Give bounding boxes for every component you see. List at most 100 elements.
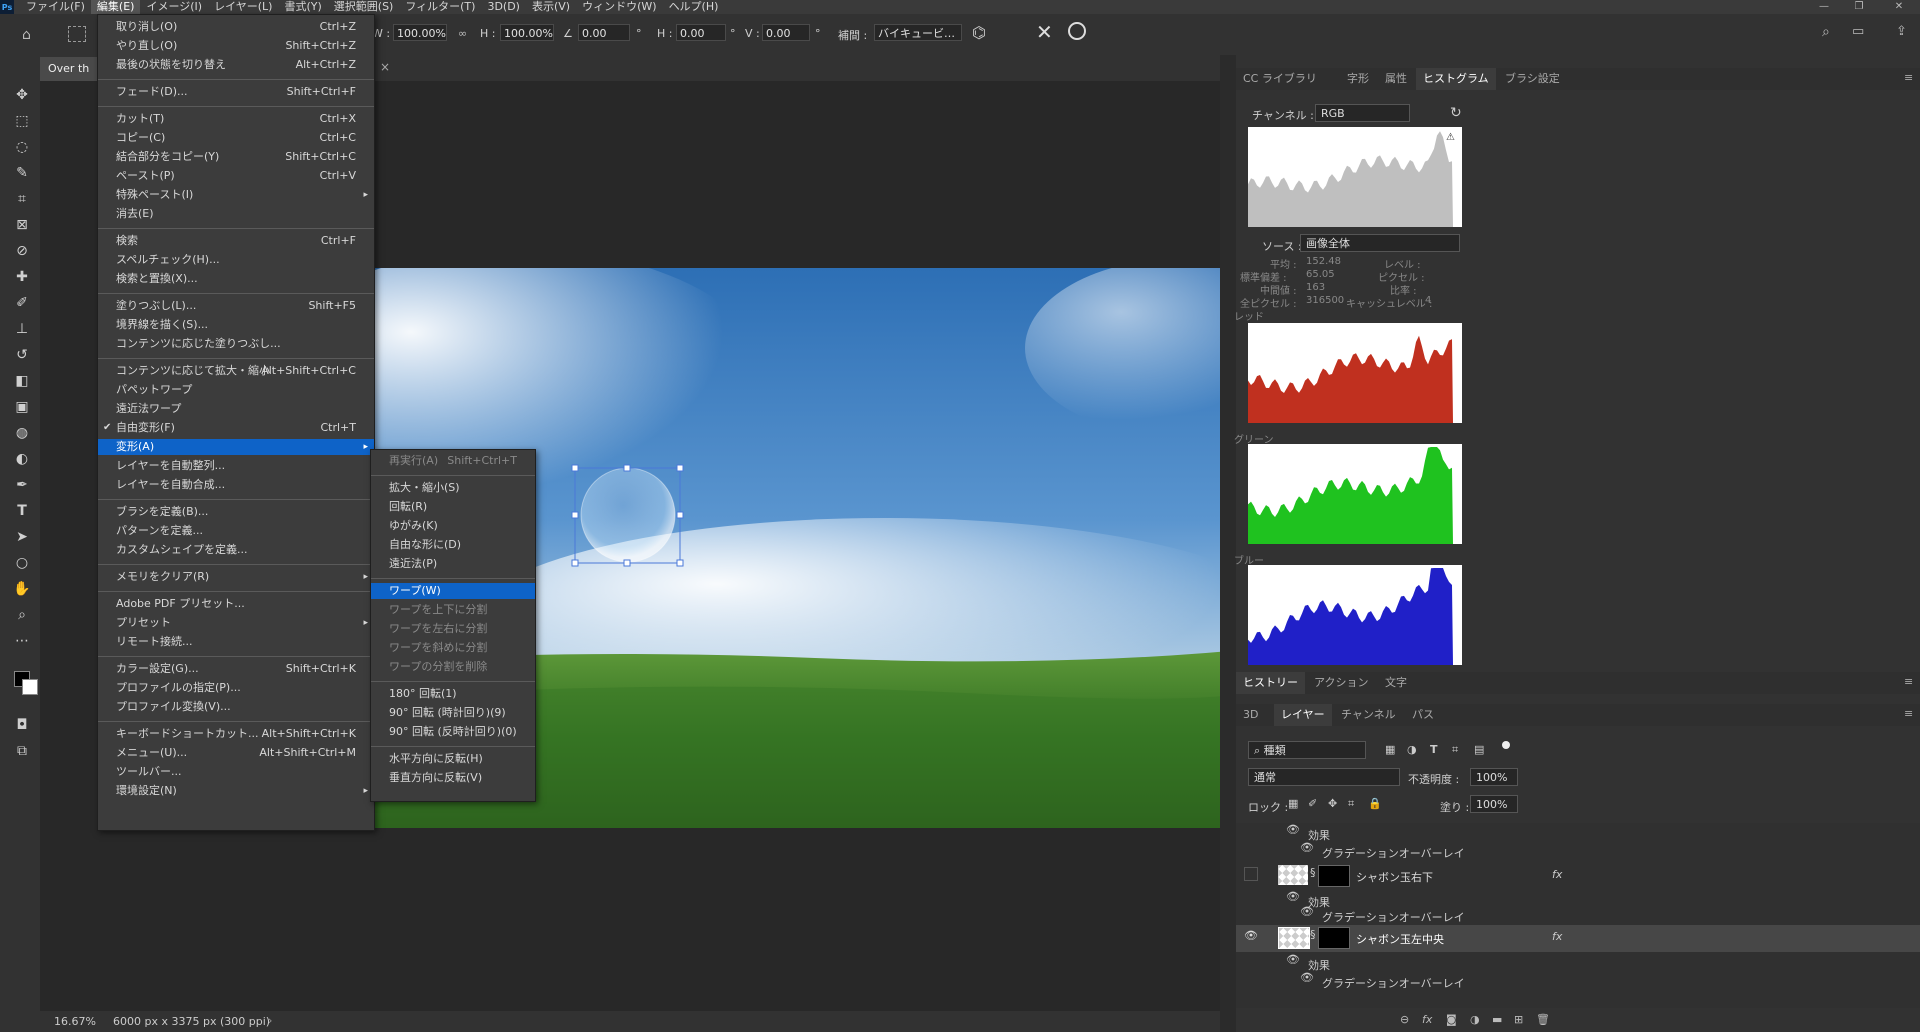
link-icon[interactable]: ∞ [458, 27, 467, 40]
menu-item[interactable]: 水平方向に反転(H) [371, 751, 535, 767]
panel-tab[interactable]: 属性 [1378, 68, 1414, 90]
menu-item[interactable]: 自由な形に(D) [371, 537, 535, 553]
menu-item[interactable]: コピー(C) Ctrl+C [98, 130, 374, 146]
menu-item[interactable]: 検索と置換(X)... [98, 271, 374, 287]
filter-smart-icon[interactable]: ▤ [1474, 743, 1484, 756]
menu-item[interactable]: ペースト(P) Ctrl+V [98, 168, 374, 184]
panel-tab[interactable]: ヒストリー [1236, 672, 1305, 694]
link-icon[interactable]: § [1310, 928, 1316, 941]
menu-1[interactable]: 編集(E) [90, 0, 141, 14]
menu-item[interactable]: フェード(D)... Shift+Ctrl+F [98, 84, 374, 100]
link-icon[interactable]: § [1310, 866, 1316, 879]
menu-item[interactable]: メニュー(U)... Alt+Shift+Ctrl+M [98, 745, 374, 761]
menu-item[interactable]: ワープを斜めに分割 [371, 640, 535, 656]
visibility-toggle[interactable] [1244, 867, 1258, 881]
move-tool-icon[interactable]: ✥ [12, 85, 32, 105]
quick-select-tool-icon[interactable]: ✎ [12, 163, 32, 183]
layer-name[interactable]: シャボン玉左中央 [1356, 931, 1444, 947]
lasso-tool-icon[interactable]: ◌ [12, 137, 32, 157]
opacity-field[interactable]: 100% [1470, 768, 1518, 786]
document-info[interactable]: 6000 px x 3375 px (300 ppi) [113, 1015, 270, 1028]
menu-item[interactable]: スペルチェック(H)... [98, 252, 374, 268]
effects-visibility-icon[interactable]: 👁 [1286, 890, 1300, 903]
background-color-swatch[interactable] [22, 679, 38, 695]
menu-item[interactable]: レイヤーを自動整列... [98, 458, 374, 474]
zoom-tool-icon[interactable]: ⌕ [12, 605, 32, 625]
menu-item[interactable]: 検索 Ctrl+F [98, 233, 374, 249]
pen-tool-icon[interactable]: ✒ [12, 475, 32, 495]
panel-tab[interactable]: 字形 [1340, 68, 1376, 90]
refresh-icon[interactable]: ↻ [1450, 105, 1462, 121]
menu-item[interactable]: カラー設定(G)... Shift+Ctrl+K [98, 661, 374, 677]
menu-item[interactable]: ワープを左右に分割 [371, 621, 535, 637]
menu-10[interactable]: ヘルプ(H) [663, 0, 725, 14]
menu-item[interactable]: 塗りつぶし(L)... Shift+F5 [98, 298, 374, 314]
home-icon[interactable]: ⌂ [22, 27, 31, 43]
filter-toggle-icon[interactable] [1502, 741, 1510, 749]
adjustment-layer-icon[interactable]: ◑ [1470, 1013, 1480, 1026]
link-layers-icon[interactable]: ⊖ [1400, 1013, 1409, 1026]
panel-tab[interactable]: ヒストグラム [1416, 68, 1496, 90]
eraser-tool-icon[interactable]: ◧ [12, 371, 32, 391]
workspace-icon[interactable]: ▭ [1852, 24, 1864, 39]
panel-tab[interactable]: パス [1405, 704, 1441, 726]
source-select[interactable]: 画像全体 [1300, 234, 1460, 252]
menu-item[interactable]: 消去(E) [98, 206, 374, 222]
menu-item[interactable]: 最後の状態を切り替え Alt+Ctrl+Z [98, 57, 374, 73]
menu-item[interactable]: 再実行(A) Shift+Ctrl+T [371, 453, 535, 469]
menu-item[interactable]: ワープを上下に分割 [371, 602, 535, 618]
dodge-tool-icon[interactable]: ◐ [12, 449, 32, 469]
menu-item[interactable]: Adobe PDF プリセット... [98, 596, 374, 612]
layer-mask-thumbnail[interactable] [1318, 927, 1350, 949]
warp-toggle-icon[interactable]: ⌬ [972, 23, 986, 42]
menu-item[interactable]: カスタムシェイプを定義... [98, 542, 374, 558]
blur-tool-icon[interactable]: ◍ [12, 423, 32, 443]
menu-item[interactable]: ワープの分割を削除 [371, 659, 535, 675]
frame-tool-icon[interactable]: ⊠ [12, 215, 32, 235]
healing-tool-icon[interactable]: ✚ [12, 267, 32, 287]
menu-item[interactable]: ツールバー... [98, 764, 374, 780]
menu-item[interactable]: キーボードショートカット... Alt+Shift+Ctrl+K [98, 726, 374, 742]
menu-item[interactable]: プリセット ▸ [98, 615, 374, 631]
blend-mode-select[interactable]: 通常 [1248, 768, 1400, 786]
search-icon[interactable]: ⌕ [1822, 24, 1830, 40]
commit-transform-icon[interactable] [1068, 22, 1086, 40]
effect-visibility-icon[interactable]: 👁 [1300, 905, 1314, 918]
crop-tool-icon[interactable]: ⌗ [12, 189, 32, 209]
lock-position-icon[interactable]: ✥ [1328, 797, 1337, 810]
menu-7[interactable]: 3D(D) [481, 0, 526, 14]
menu-item[interactable]: ゆがみ(K) [371, 518, 535, 534]
fx-icon[interactable]: fx [1552, 930, 1562, 943]
interpolation-select[interactable]: バイキュービ… [874, 24, 962, 41]
close-window-icon[interactable]: ✕ [1885, 0, 1913, 14]
menu-item[interactable]: 特殊ペースト(I) ▸ [98, 187, 374, 203]
fill-field[interactable]: 100% [1470, 795, 1518, 813]
close-tab-icon[interactable]: × [380, 60, 390, 74]
menu-item[interactable]: 拡大・縮小(S) [371, 480, 535, 496]
add-style-icon[interactable]: fx [1422, 1013, 1432, 1026]
minimize-icon[interactable]: — [1810, 0, 1838, 14]
lock-all-icon[interactable]: 🔒 [1368, 797, 1382, 810]
menu-item[interactable]: 変形(A) ▸ [98, 439, 374, 455]
menu-item[interactable]: メモリをクリア(R) ▸ [98, 569, 374, 585]
layer-name[interactable]: シャボン玉右下 [1356, 869, 1433, 885]
menu-item[interactable]: ワープ(W) [371, 583, 535, 599]
restore-icon[interactable]: ❐ [1845, 0, 1873, 14]
quick-mask-icon[interactable]: ◘ [12, 715, 32, 735]
filter-pixel-icon[interactable]: ▦ [1385, 743, 1395, 756]
reference-point-icon[interactable] [68, 26, 86, 42]
document-tab[interactable]: Over th [40, 57, 100, 81]
new-layer-icon[interactable]: ⊞ [1514, 1013, 1523, 1026]
menu-item[interactable]: 自由変形(F) Ctrl+T ✔ [98, 420, 374, 436]
menu-0[interactable]: ファイル(F) [20, 0, 91, 14]
brush-tool-icon[interactable]: ✐ [12, 293, 32, 313]
panel-tab[interactable]: CC ライブラリ [1236, 68, 1324, 90]
vskew-field[interactable]: 0.00 [762, 24, 810, 41]
status-arrow-icon[interactable]: › [268, 1014, 272, 1027]
eyedropper-tool-icon[interactable]: ⊘ [12, 241, 32, 261]
ellipse-tool-icon[interactable]: ○ [12, 553, 32, 573]
panel-menu-icon[interactable]: ≡ [1904, 707, 1913, 720]
menu-item[interactable]: コンテンツに応じた塗りつぶし... [98, 336, 374, 352]
cancel-transform-icon[interactable]: ✕ [1036, 20, 1053, 44]
marquee-tool-icon[interactable]: ⬚ [12, 111, 32, 131]
